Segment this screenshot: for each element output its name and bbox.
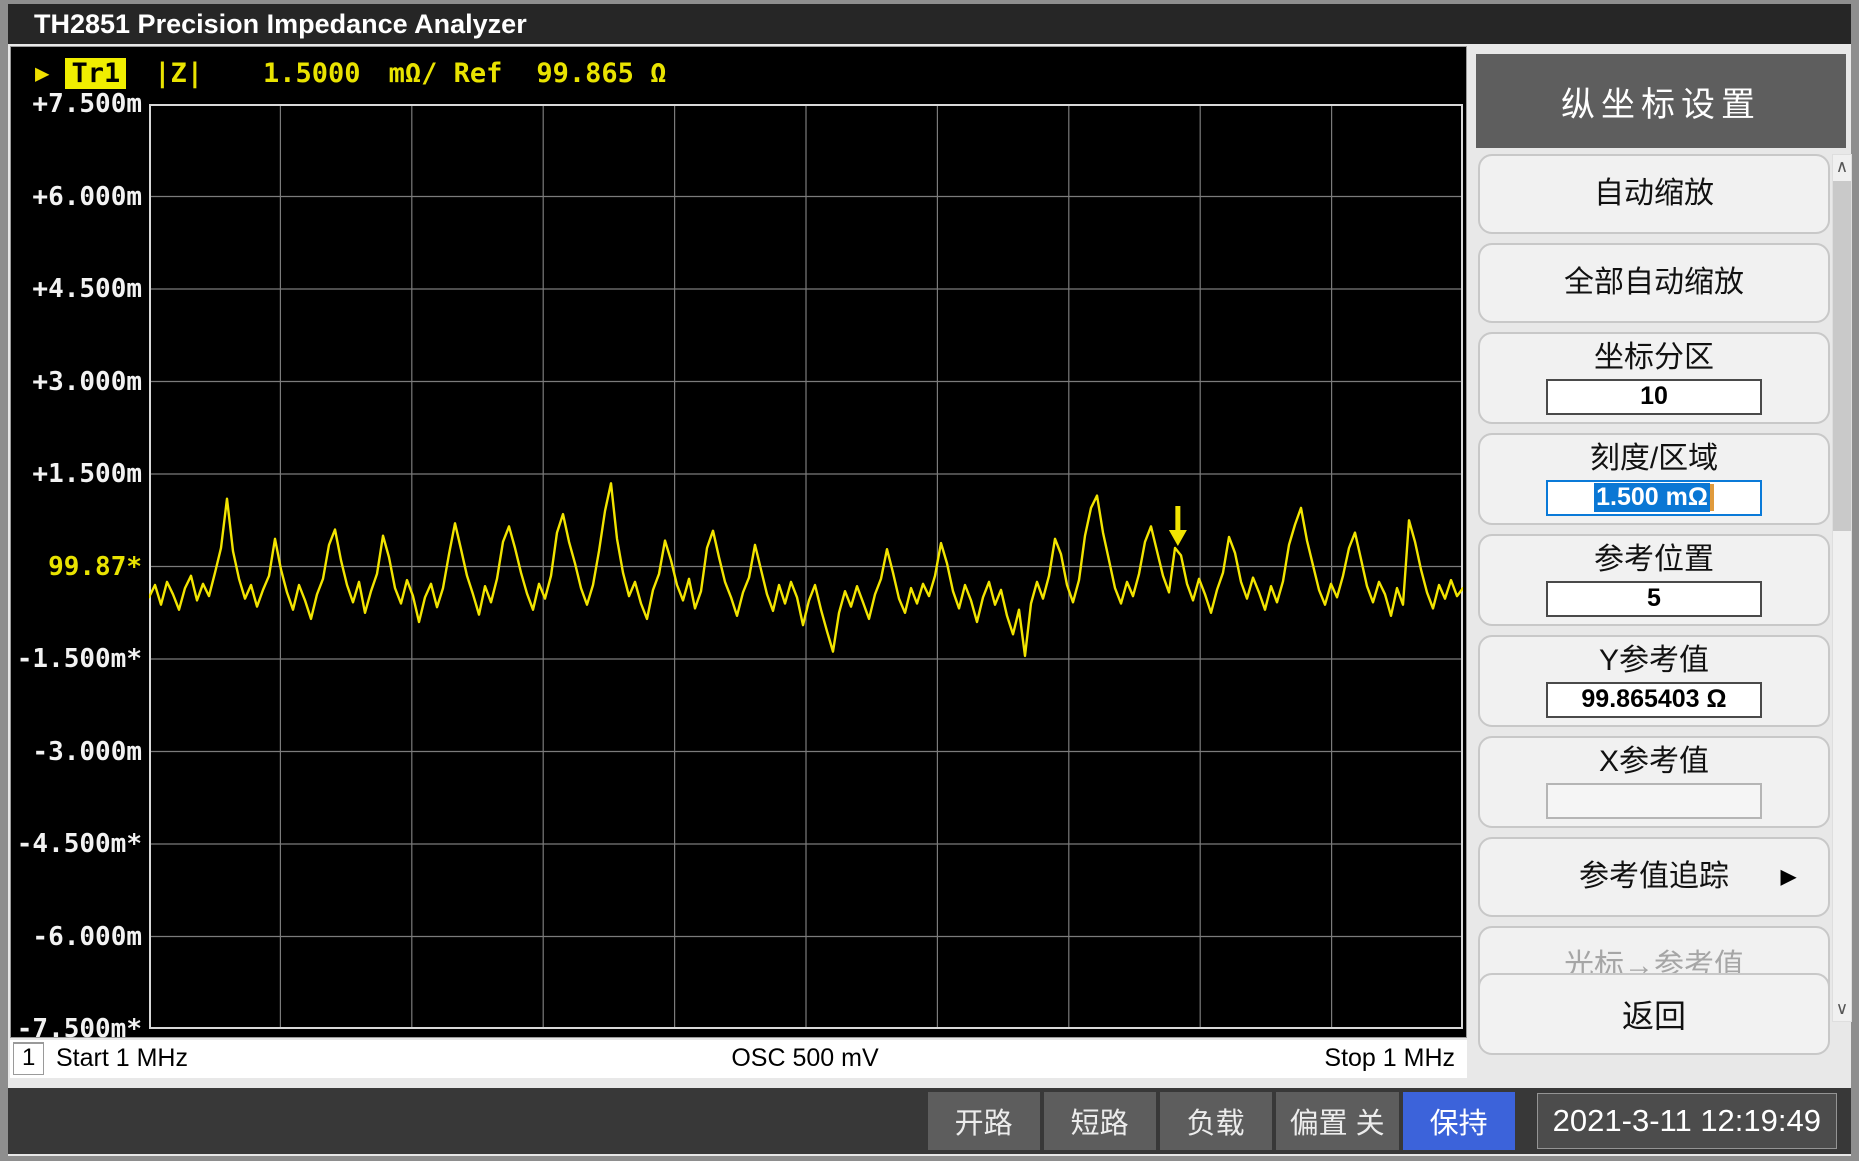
- sidebar-item-label: 参考位置: [1594, 543, 1714, 578]
- scroll-up-icon[interactable]: ∧: [1833, 155, 1851, 179]
- y-axis-label: +6.000m: [32, 180, 142, 214]
- sidebar-item-label: X参考值: [1599, 745, 1709, 780]
- sweep-stop-label: Stop 1 MHz: [1324, 1044, 1455, 1073]
- title-bar: TH2851 Precision Impedance Analyzer: [8, 4, 1851, 44]
- sidebar-item-x-reference-value[interactable]: X参考值: [1478, 736, 1830, 828]
- sidebar-item-label: 参考值追踪: [1579, 860, 1729, 895]
- bias-button[interactable]: 偏置 关: [1276, 1092, 1399, 1150]
- channel-indicator: 1: [13, 1042, 44, 1075]
- scale-per-division-input[interactable]: 1.500 mΩ: [1546, 480, 1762, 516]
- y-axis-label: +7.500m: [32, 87, 142, 121]
- sidebar-scrollbar[interactable]: ∧ ∨: [1832, 154, 1852, 1022]
- sidebar-item-auto-scale-all[interactable]: 全部自动缩放: [1478, 243, 1830, 323]
- scroll-down-icon[interactable]: ∨: [1833, 997, 1851, 1021]
- text-caret: [1710, 484, 1714, 511]
- open-circuit-button[interactable]: 开路: [928, 1092, 1040, 1150]
- y-reference-value-input[interactable]: 99.865403 Ω: [1546, 682, 1762, 718]
- settings-sidebar: 纵坐标设置 自动缩放全部自动缩放坐标分区10刻度/区域1.500 mΩ参考位置5…: [1476, 50, 1856, 1062]
- clock-display: 2021-3-11 12:19:49: [1537, 1093, 1837, 1149]
- back-button[interactable]: 返回: [1478, 973, 1830, 1055]
- sidebar-item-reference-position[interactable]: 参考位置5: [1478, 534, 1830, 626]
- y-axis-labels: +7.500m +6.000m +4.500m +3.000m +1.500m 99.87…: [11, 47, 147, 1039]
- marker-stem: [1175, 506, 1180, 531]
- bottom-toolbar: 开路短路负载偏置 关保持 2021-3-11 12:19:49: [8, 1088, 1851, 1154]
- scrollbar-thumb[interactable]: [1833, 181, 1851, 531]
- trace-scale-value: 1.5000: [263, 58, 361, 89]
- y-axis-label: +1.500m: [32, 457, 142, 491]
- timestamp: 2021-3-11 12:19:49: [1553, 1103, 1821, 1139]
- sidebar-title-text: 纵坐标设置: [1561, 77, 1761, 126]
- selected-text: 1.500 mΩ: [1594, 483, 1710, 512]
- short-circuit-button[interactable]: 短路: [1044, 1092, 1156, 1150]
- sidebar-item-reference-tracking[interactable]: 参考值追踪 ►: [1478, 837, 1830, 917]
- sidebar-item-label: 自动缩放: [1594, 177, 1714, 212]
- load-button[interactable]: 负载: [1160, 1092, 1272, 1150]
- trace-ref-value: 99.865 Ω: [536, 58, 666, 89]
- axis-divisions-input[interactable]: 10: [1546, 379, 1762, 415]
- trace-scale-unit: mΩ/ Ref: [389, 58, 503, 89]
- sweep-status-bar: 1 Start 1 MHz OSC 500 mV Stop 1 MHz: [10, 1040, 1467, 1078]
- plot-area: [149, 104, 1463, 1029]
- sidebar-item-label: 坐标分区: [1594, 341, 1714, 376]
- reference-position-input[interactable]: 5: [1546, 581, 1762, 617]
- y-axis-label: +4.500m: [32, 272, 142, 306]
- sidebar-title: 纵坐标设置: [1476, 54, 1846, 148]
- x-reference-value-input[interactable]: [1546, 783, 1762, 819]
- y-axis-label: -1.500m*: [17, 642, 142, 676]
- marker-arrow-icon: [1169, 530, 1187, 546]
- trace-parameter: |Z|: [154, 58, 203, 89]
- y-axis-label: -3.000m: [32, 735, 142, 769]
- submenu-arrow-icon: ►: [1775, 862, 1802, 893]
- y-axis-label: +3.000m: [32, 365, 142, 399]
- sidebar-list: 自动缩放全部自动缩放坐标分区10刻度/区域1.500 mΩ参考位置5Y参考值99…: [1478, 154, 1830, 1006]
- y-axis-ref-label: 99.87*: [48, 550, 142, 584]
- window-title: TH2851 Precision Impedance Analyzer: [34, 9, 527, 39]
- sidebar-item-auto-scale[interactable]: 自动缩放: [1478, 154, 1830, 234]
- sidebar-item-label: Y参考值: [1599, 644, 1709, 679]
- sidebar-item-label: 全部自动缩放: [1564, 266, 1744, 301]
- instrument-screen: TH2851 Precision Impedance Analyzer ▶ Tr…: [0, 0, 1859, 1161]
- osc-level-label: OSC 500 mV: [148, 1044, 1462, 1073]
- sidebar-item-label: 刻度/区域: [1590, 442, 1718, 477]
- graph-panel: ▶ Tr1 |Z| 1.5000 mΩ/ Ref 99.865 Ω +7.500…: [10, 46, 1467, 1038]
- y-axis-label: -4.500m*: [17, 827, 142, 861]
- sidebar-item-axis-divisions[interactable]: 坐标分区10: [1478, 332, 1830, 424]
- y-axis-label: -6.000m: [32, 920, 142, 954]
- hold-button[interactable]: 保持: [1403, 1092, 1515, 1150]
- sidebar-item-scale-per-division[interactable]: 刻度/区域 1.500 mΩ: [1478, 433, 1830, 525]
- sidebar-item-y-reference-value[interactable]: Y参考值99.865403 Ω: [1478, 635, 1830, 727]
- plot-svg: [149, 104, 1463, 1029]
